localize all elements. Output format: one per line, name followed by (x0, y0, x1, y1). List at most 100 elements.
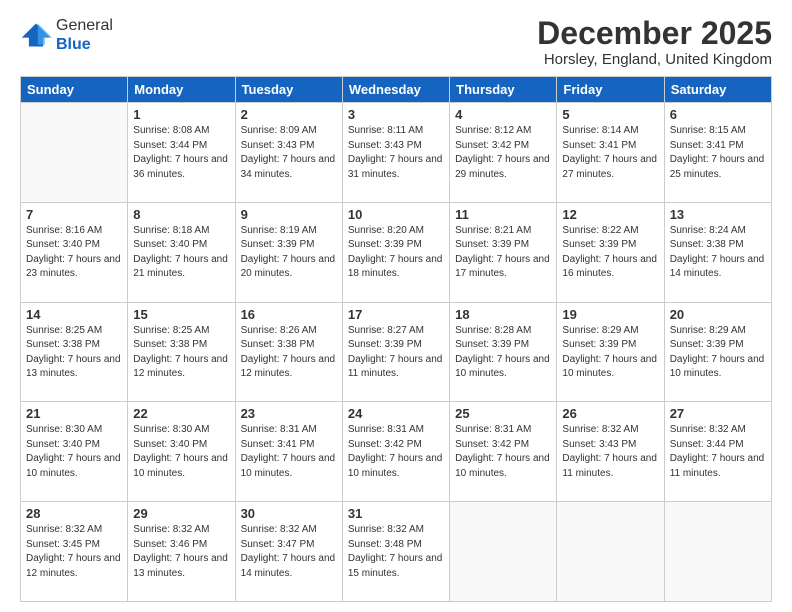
calendar-cell: 27Sunrise: 8:32 AM Sunset: 3:44 PM Dayli… (664, 402, 771, 502)
day-number: 16 (241, 307, 337, 322)
day-info: Sunrise: 8:32 AM Sunset: 3:44 PM Dayligh… (670, 423, 766, 481)
day-info: Sunrise: 8:20 AM Sunset: 3:39 PM Dayligh… (348, 224, 444, 282)
calendar-cell: 3 Sunrise: 8:11 AM Sunset: 3:43 PM Daylig… (342, 103, 449, 203)
title-block: December 2025 Horsley, England, United K… (537, 16, 772, 68)
day-info: Sunrise: 8:29 AM Sunset: 3:39 PM Dayligh… (670, 324, 766, 382)
day-header-monday: Monday (128, 77, 235, 103)
week-row-2: 14 Sunrise: 8:25 AM Sunset: 3:38 PM Dayli… (21, 302, 772, 402)
day-info: Sunrise: 8:21 AM Sunset: 3:39 PM Dayligh… (455, 224, 551, 282)
day-info: Sunrise: 8:18 AM Sunset: 3:40 PM Dayligh… (133, 224, 229, 282)
day-info: Sunrise: 8:32 AM Sunset: 3:47 PM Dayligh… (241, 523, 337, 581)
calendar-cell: 16Sunrise: 8:26 AM Sunset: 3:38 PM Dayli… (235, 302, 342, 402)
day-header-thursday: Thursday (450, 77, 557, 103)
calendar-cell: 1 Sunrise: 8:08 AM Sunset: 3:44 PM Daylig… (128, 103, 235, 203)
day-number: 12 (562, 207, 658, 222)
calendar-cell: 28Sunrise: 8:32 AM Sunset: 3:45 PM Dayli… (21, 502, 128, 602)
day-number: 14 (26, 307, 122, 322)
calendar-cell: 21 Sunrise: 8:30 AM Sunset: 3:40 PM Dayli… (21, 402, 128, 502)
calendar-cell: 10 Sunrise: 8:20 AM Sunset: 3:39 PM Dayli… (342, 202, 449, 302)
day-info: Sunrise: 8:29 AM Sunset: 3:39 PM Dayligh… (562, 324, 658, 382)
day-info: Sunrise: 8:32 AM Sunset: 3:46 PM Dayligh… (133, 523, 229, 581)
day-number: 4 (455, 107, 551, 122)
day-number: 21 (26, 406, 122, 421)
calendar-cell: 14Sunrise: 8:25 AM Sunset: 3:38 PM Dayli… (21, 302, 128, 402)
day-info: Sunrise: 8:32 AM Sunset: 3:48 PM Dayligh… (348, 523, 444, 581)
day-number: 23 (241, 406, 337, 421)
day-info: Sunrise: 8:22 AM Sunset: 3:39 PM Dayligh… (562, 224, 658, 282)
day-header-sunday: Sunday (21, 77, 128, 103)
day-number: 13 (670, 207, 766, 222)
day-number: 30 (241, 506, 337, 521)
day-number: 31 (348, 506, 444, 521)
logo-text: General Blue (56, 16, 113, 54)
calendar-cell: 5 Sunrise: 8:14 AM Sunset: 3:41 PM Daylig… (557, 103, 664, 203)
calendar-cell: 29 Sunrise: 8:32 AM Sunset: 3:46 PM Dayli… (128, 502, 235, 602)
day-info: Sunrise: 8:11 AM Sunset: 3:43 PM Dayligh… (348, 124, 444, 182)
day-number: 7 (26, 207, 122, 222)
calendar-table: SundayMondayTuesdayWednesdayThursdayFrid… (20, 76, 772, 602)
calendar-cell (557, 502, 664, 602)
day-info: Sunrise: 8:19 AM Sunset: 3:39 PM Dayligh… (241, 224, 337, 282)
calendar-cell: 26Sunrise: 8:32 AM Sunset: 3:43 PM Dayli… (557, 402, 664, 502)
calendar-cell: 30 Sunrise: 8:32 AM Sunset: 3:47 PM Dayli… (235, 502, 342, 602)
header: General Blue December 2025 Horsley, Engl… (20, 16, 772, 68)
day-number: 2 (241, 107, 337, 122)
day-number: 20 (670, 307, 766, 322)
day-info: Sunrise: 8:15 AM Sunset: 3:41 PM Dayligh… (670, 124, 766, 182)
calendar-cell: 20 Sunrise: 8:29 AM Sunset: 3:39 PM Dayli… (664, 302, 771, 402)
day-info: Sunrise: 8:14 AM Sunset: 3:41 PM Dayligh… (562, 124, 658, 182)
calendar-cell: 23 Sunrise: 8:31 AM Sunset: 3:41 PM Dayli… (235, 402, 342, 502)
day-header-wednesday: Wednesday (342, 77, 449, 103)
calendar-cell: 25Sunrise: 8:31 AM Sunset: 3:42 PM Dayli… (450, 402, 557, 502)
day-info: Sunrise: 8:08 AM Sunset: 3:44 PM Dayligh… (133, 124, 229, 182)
day-number: 3 (348, 107, 444, 122)
page: General Blue December 2025 Horsley, Engl… (0, 0, 792, 612)
calendar-cell: 22 Sunrise: 8:30 AM Sunset: 3:40 PM Dayli… (128, 402, 235, 502)
calendar-cell: 9 Sunrise: 8:19 AM Sunset: 3:39 PM Daylig… (235, 202, 342, 302)
calendar-body: 1 Sunrise: 8:08 AM Sunset: 3:44 PM Daylig… (21, 103, 772, 602)
day-info: Sunrise: 8:32 AM Sunset: 3:43 PM Dayligh… (562, 423, 658, 481)
calendar-cell: 17 Sunrise: 8:27 AM Sunset: 3:39 PM Dayli… (342, 302, 449, 402)
day-info: Sunrise: 8:25 AM Sunset: 3:38 PM Dayligh… (133, 324, 229, 382)
calendar-cell (21, 103, 128, 203)
day-info: Sunrise: 8:09 AM Sunset: 3:43 PM Dayligh… (241, 124, 337, 182)
calendar-cell: 8Sunrise: 8:18 AM Sunset: 3:40 PM Daylig… (128, 202, 235, 302)
calendar-header: SundayMondayTuesdayWednesdayThursdayFrid… (21, 77, 772, 103)
calendar-cell (450, 502, 557, 602)
calendar-cell: 15 Sunrise: 8:25 AM Sunset: 3:38 PM Dayli… (128, 302, 235, 402)
day-number: 22 (133, 406, 229, 421)
day-number: 10 (348, 207, 444, 222)
day-info: Sunrise: 8:32 AM Sunset: 3:45 PM Dayligh… (26, 523, 122, 581)
day-info: Sunrise: 8:31 AM Sunset: 3:41 PM Dayligh… (241, 423, 337, 481)
day-header-tuesday: Tuesday (235, 77, 342, 103)
day-number: 11 (455, 207, 551, 222)
calendar-cell: 19Sunrise: 8:29 AM Sunset: 3:39 PM Dayli… (557, 302, 664, 402)
day-info: Sunrise: 8:27 AM Sunset: 3:39 PM Dayligh… (348, 324, 444, 382)
day-number: 17 (348, 307, 444, 322)
day-number: 1 (133, 107, 229, 122)
logo-blue: Blue (56, 36, 91, 53)
day-info: Sunrise: 8:31 AM Sunset: 3:42 PM Dayligh… (348, 423, 444, 481)
day-number: 6 (670, 107, 766, 122)
day-number: 18 (455, 307, 551, 322)
day-number: 29 (133, 506, 229, 521)
calendar-cell: 4Sunrise: 8:12 AM Sunset: 3:42 PM Daylig… (450, 103, 557, 203)
calendar-cell (664, 502, 771, 602)
day-info: Sunrise: 8:30 AM Sunset: 3:40 PM Dayligh… (133, 423, 229, 481)
location-subtitle: Horsley, England, United Kingdom (537, 51, 772, 68)
logo-icon (20, 21, 52, 49)
day-number: 24 (348, 406, 444, 421)
day-number: 9 (241, 207, 337, 222)
calendar-cell: 12 Sunrise: 8:22 AM Sunset: 3:39 PM Dayli… (557, 202, 664, 302)
week-row-3: 21 Sunrise: 8:30 AM Sunset: 3:40 PM Dayli… (21, 402, 772, 502)
week-row-4: 28Sunrise: 8:32 AM Sunset: 3:45 PM Dayli… (21, 502, 772, 602)
day-number: 15 (133, 307, 229, 322)
day-number: 5 (562, 107, 658, 122)
day-info: Sunrise: 8:28 AM Sunset: 3:39 PM Dayligh… (455, 324, 551, 382)
logo: General Blue (20, 16, 113, 54)
day-info: Sunrise: 8:30 AM Sunset: 3:40 PM Dayligh… (26, 423, 122, 481)
calendar-cell: 24 Sunrise: 8:31 AM Sunset: 3:42 PM Dayli… (342, 402, 449, 502)
week-row-0: 1 Sunrise: 8:08 AM Sunset: 3:44 PM Daylig… (21, 103, 772, 203)
week-row-1: 7Sunrise: 8:16 AM Sunset: 3:40 PM Daylig… (21, 202, 772, 302)
calendar-cell: 11 Sunrise: 8:21 AM Sunset: 3:39 PM Dayli… (450, 202, 557, 302)
